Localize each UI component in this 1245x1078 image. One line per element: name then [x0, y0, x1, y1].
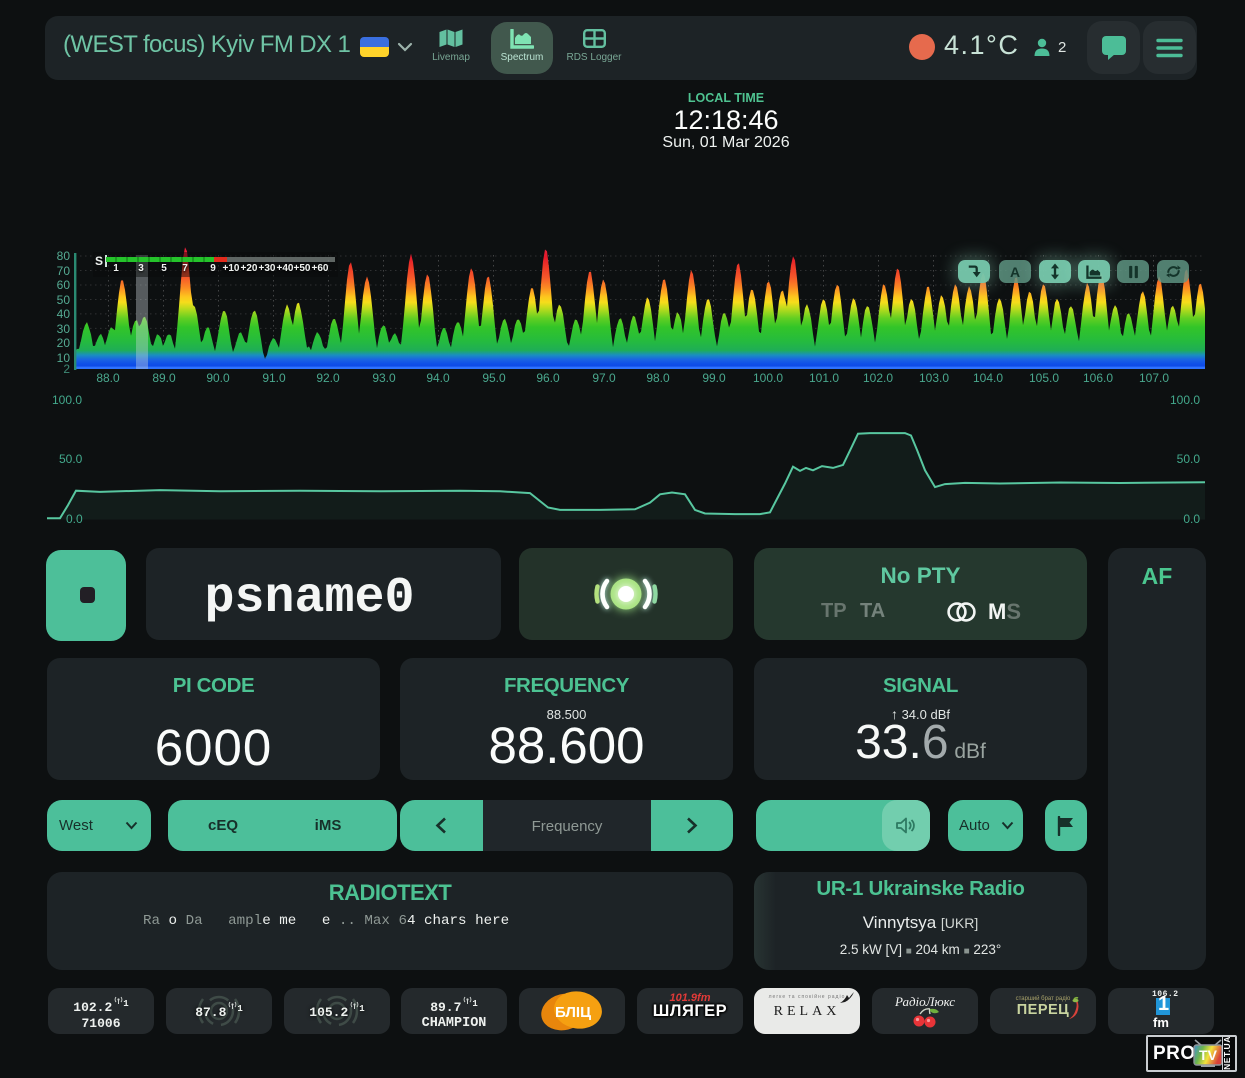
svg-text:TV: TV: [1199, 1047, 1218, 1063]
svg-text:БЛІЦ: БЛІЦ: [555, 1004, 591, 1021]
